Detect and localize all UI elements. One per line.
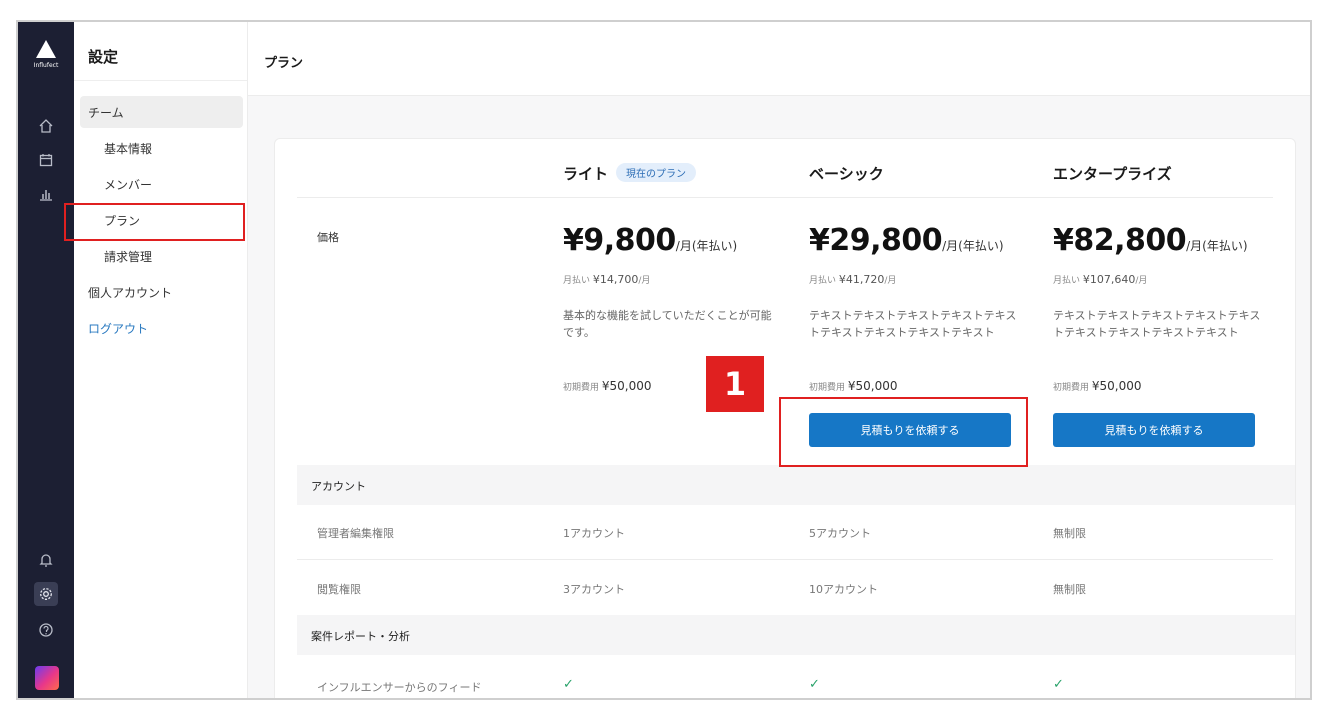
plan-price-basic: ¥29,800/月(年払い) — [809, 223, 1004, 258]
menu-title: 設定 — [88, 48, 119, 66]
calendar-icon[interactable] — [34, 148, 58, 172]
page-title: プラン — [264, 56, 304, 71]
check-icon: ✓ — [809, 677, 820, 692]
bell-icon[interactable] — [34, 548, 58, 572]
initial-fee-enterprise: 初期費用 ¥50,000 — [1053, 379, 1142, 393]
section-report: 案件レポート・分析 — [297, 615, 1295, 655]
monthly-price-enterprise: 月払い ¥107,640/月 — [1053, 273, 1148, 286]
home-icon[interactable] — [34, 114, 58, 138]
settings-icon[interactable] — [34, 582, 58, 606]
table-cell: 3アカウント — [563, 583, 625, 596]
initial-fee-lite: 初期費用 ¥50,000 — [563, 379, 652, 393]
feedback-row-label: インフルエンサーからのフィード — [317, 681, 482, 694]
menu-item-billing[interactable]: 請求管理 — [104, 248, 152, 265]
step-number-badge: 1 — [706, 356, 764, 412]
price-row-label: 価格 — [317, 231, 339, 244]
initial-fee-basic: 初期費用 ¥50,000 — [809, 379, 898, 393]
plan-price-enterprise: ¥82,800/月(年払い) — [1053, 223, 1248, 258]
table-cell: 無制限 — [1053, 583, 1086, 596]
admin-edit-row-label: 管理者編集権限 — [317, 527, 394, 540]
check-icon: ✓ — [1053, 677, 1064, 692]
page-header: プラン — [248, 22, 1310, 96]
menu-item-members[interactable]: メンバー — [104, 176, 152, 193]
help-icon[interactable] — [34, 618, 58, 642]
plan-header-basic: ベーシック — [809, 163, 884, 184]
check-icon: ✓ — [563, 677, 574, 692]
settings-menu: 設定 チーム 基本情報 メンバー プラン 請求管理 個人アカウント ログアウト — [74, 22, 248, 698]
plan-price-lite: ¥9,800/月(年払い) — [563, 223, 738, 258]
mountain-logo-icon — [36, 40, 56, 58]
plan-menu-highlight-box — [64, 203, 245, 241]
table-cell: 5アカウント — [809, 527, 871, 540]
menu-divider — [74, 80, 247, 81]
menu-item-personal-account[interactable]: 個人アカウント — [88, 284, 172, 301]
plan-header-lite: ライト 現在のプラン — [563, 163, 697, 184]
plan-description-basic: テキストテキストテキストテキストテキストテキストテキストテキストテキスト — [809, 309, 1017, 339]
icon-rail: Influfect — [18, 22, 74, 698]
plan-name: エンタープライズ — [1053, 165, 1172, 183]
menu-item-team[interactable]: チーム — [88, 104, 124, 121]
plan-description-lite: 基本的な機能を試していただくことが可能です。 — [563, 309, 772, 339]
section-label: 案件レポート・分析 — [311, 630, 410, 643]
section-account: アカウント — [297, 465, 1295, 505]
avatar[interactable] — [35, 666, 59, 690]
row-divider — [297, 559, 1273, 560]
brand-logo-text: Influfect — [33, 62, 59, 69]
current-plan-badge: 現在のプラン — [616, 163, 697, 182]
menu-item-basic-info[interactable]: 基本情報 — [104, 140, 152, 157]
app-window: Influfect 設定 チーム 基本情報 メンバー プラン 請求管理 個人アカ… — [16, 20, 1312, 700]
request-quote-button-enterprise[interactable]: 見積もりを依頼する — [1053, 413, 1255, 447]
section-label: アカウント — [311, 480, 366, 493]
quote-button-highlight-box — [779, 397, 1028, 467]
monthly-price-lite: 月払い ¥14,700/月 — [563, 273, 651, 286]
view-row-label: 閲覧権限 — [317, 583, 361, 596]
table-cell: 10アカウント — [809, 583, 878, 596]
chart-icon[interactable] — [34, 182, 58, 206]
brand-logo[interactable]: Influfect — [18, 40, 74, 80]
plan-name: ライト — [563, 165, 609, 183]
plan-name: ベーシック — [809, 165, 884, 183]
plan-description-enterprise: テキストテキストテキストテキストテキストテキストテキストテキストテキスト — [1053, 309, 1261, 339]
monthly-price-basic: 月払い ¥41,720/月 — [809, 273, 897, 286]
table-cell: 1アカウント — [563, 527, 625, 540]
menu-item-logout[interactable]: ログアウト — [88, 320, 148, 337]
header-divider — [297, 197, 1273, 198]
plan-header-enterprise: エンタープライズ — [1053, 163, 1172, 184]
table-cell: 無制限 — [1053, 527, 1086, 540]
